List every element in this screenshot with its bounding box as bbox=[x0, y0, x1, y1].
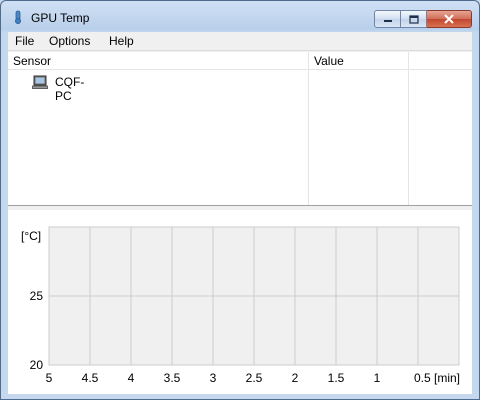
title-bar[interactable]: GPU Temp bbox=[1, 1, 479, 31]
computer-icon bbox=[32, 75, 48, 89]
x-tick-label: 4.5 bbox=[82, 371, 99, 385]
sensor-node-label: CQF-PC bbox=[55, 75, 85, 103]
x-tick-label: 0.5 [min] bbox=[414, 371, 460, 385]
maximize-button[interactable] bbox=[401, 10, 427, 28]
x-tick-label: 5 bbox=[46, 371, 53, 385]
x-tick-label: 1.5 bbox=[328, 371, 345, 385]
y-tick-label: 20 bbox=[30, 358, 44, 372]
x-tick-label: 3 bbox=[210, 371, 217, 385]
x-tick-label: 1 bbox=[374, 371, 381, 385]
x-tick-label: 3.5 bbox=[164, 371, 181, 385]
minimize-icon bbox=[383, 20, 392, 22]
column-header-value[interactable]: Value bbox=[314, 54, 344, 68]
close-icon bbox=[444, 14, 454, 24]
y-axis-title: [°C] bbox=[21, 229, 41, 243]
temperature-chart-svg: [°C] 25 205 4.5 4 3.5 3 2.5 2 1.5 1 0.5 [min] bbox=[21, 226, 460, 385]
close-button[interactable] bbox=[427, 10, 472, 28]
minimize-button[interactable] bbox=[374, 10, 401, 28]
column-divider[interactable] bbox=[408, 52, 409, 205]
gpu-temp-app-icon bbox=[15, 10, 21, 24]
y-tick-label: 25 bbox=[30, 289, 44, 303]
temperature-chart: [°C] 25 20 5 4.5 4 3.5 3 2.5 2 1.5 1 0.5 [min] bbox=[8, 210, 472, 394]
sensor-list-header: Sensor Value bbox=[8, 52, 472, 70]
menu-help[interactable]: Help bbox=[109, 34, 134, 48]
x-tick-label: 2.5 bbox=[246, 371, 263, 385]
column-header-sensor[interactable]: Sensor bbox=[13, 54, 51, 68]
menu-bar: File Options Help bbox=[8, 32, 472, 50]
maximize-icon bbox=[408, 14, 419, 24]
window-title: GPU Temp bbox=[31, 11, 90, 25]
sensor-list[interactable]: Sensor Value CQF-PC bbox=[8, 52, 472, 206]
menu-options[interactable]: Options bbox=[49, 34, 90, 48]
menu-file[interactable]: File bbox=[15, 34, 34, 48]
column-divider[interactable] bbox=[308, 52, 309, 205]
app-window: GPU Temp File Options Help Sensor Value … bbox=[0, 0, 480, 400]
client-area: Sensor Value CQF-PC [°C] 25 20 5 4.5 4 3.5 3 2.5… bbox=[8, 50, 472, 394]
x-tick-label: 4 bbox=[128, 371, 135, 385]
x-tick-label: 2 bbox=[292, 371, 299, 385]
